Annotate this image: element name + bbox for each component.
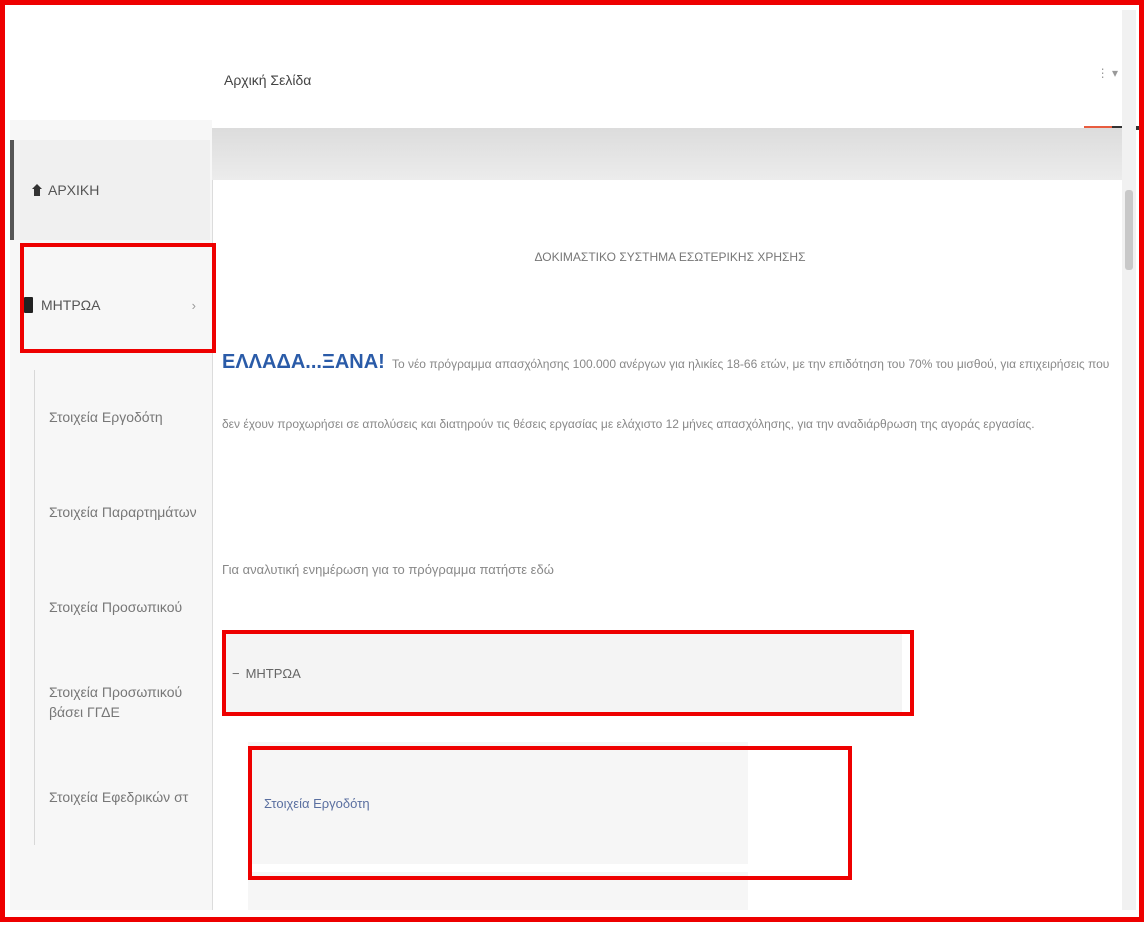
accordion-item-next: [248, 872, 748, 910]
top-header: Αρχική Σελίδα ⋮ ▾: [212, 10, 1134, 128]
collapse-icon: −: [232, 665, 240, 681]
brand-slogan: ΕΛΛΑΔΑ...ΞΑΝΑ!: [222, 351, 385, 373]
sidebar-item-label: ΜΗΤΡΩΑ: [41, 297, 101, 313]
book-icon: [24, 297, 33, 313]
scrollbar[interactable]: [1122, 10, 1136, 910]
user-icon: ⋮: [1096, 66, 1109, 80]
submenu-item-staff-ggde[interactable]: Στοιχεία Προσωπικού βάσει ΓΓΔΕ: [35, 655, 211, 750]
sidebar-item-registers[interactable]: ΜΗΤΡΩΑ ›: [10, 250, 210, 360]
main-content: ΔΟΚΙΜΑΣΤΙΚΟ ΣΥΣΤΗΜΑ ΕΣΩΤΕΡΙΚΗΣ ΧΡΗΣΗΣ ΕΛ…: [218, 182, 1122, 910]
header-band: [212, 128, 1134, 180]
system-banner: ΔΟΚΙΜΑΣΤΙΚΟ ΣΥΣΤΗΜΑ ΕΣΩΤΕΡΙΚΗΣ ΧΡΗΣΗΣ: [534, 250, 806, 264]
sidebar: ΑΡΧΙΚΗ ΜΗΤΡΩΑ › Στοιχεία Εργοδότη Στοιχε…: [10, 10, 213, 910]
submenu-item-staff[interactable]: Στοιχεία Προσωπικού: [35, 560, 211, 655]
submenu-item-branches[interactable]: Στοιχεία Παραρτημάτων: [35, 465, 211, 560]
intro-paragraph: ΕΛΛΑΔΑ...ΞΑΝΑ! Το νέο πρόγραμμα απασχόλη…: [222, 332, 1112, 454]
info-link[interactable]: Για αναλυτική ενημέρωση για το πρόγραμμα…: [222, 562, 554, 577]
sidebar-logo-area: [10, 10, 212, 120]
accordion-item-employer[interactable]: Στοιχεία Εργοδότη: [248, 742, 748, 864]
scroll-thumb[interactable]: [1125, 190, 1133, 270]
submenu-item-employer[interactable]: Στοιχεία Εργοδότη: [35, 370, 211, 465]
chevron-right-icon: ›: [191, 297, 196, 313]
accordion-item-label: Στοιχεία Εργοδότη: [264, 795, 370, 811]
sidebar-submenu: Στοιχεία Εργοδότη Στοιχεία Παραρτημάτων …: [34, 370, 211, 845]
chevron-down-icon: ▾: [1111, 66, 1118, 80]
sidebar-item-home[interactable]: ΑΡΧΙΚΗ: [10, 140, 210, 240]
accordion-registers[interactable]: − ΜΗΤΡΩΑ: [222, 634, 902, 712]
user-menu[interactable]: ⋮ ▾: [1097, 66, 1118, 80]
page-title: Αρχική Σελίδα: [224, 72, 312, 88]
sidebar-item-label: ΑΡΧΙΚΗ: [48, 182, 100, 198]
home-icon: [32, 184, 42, 196]
submenu-item-reserves[interactable]: Στοιχεία Εφεδρικών στ: [35, 750, 211, 845]
accordion-label: ΜΗΤΡΩΑ: [245, 665, 301, 681]
